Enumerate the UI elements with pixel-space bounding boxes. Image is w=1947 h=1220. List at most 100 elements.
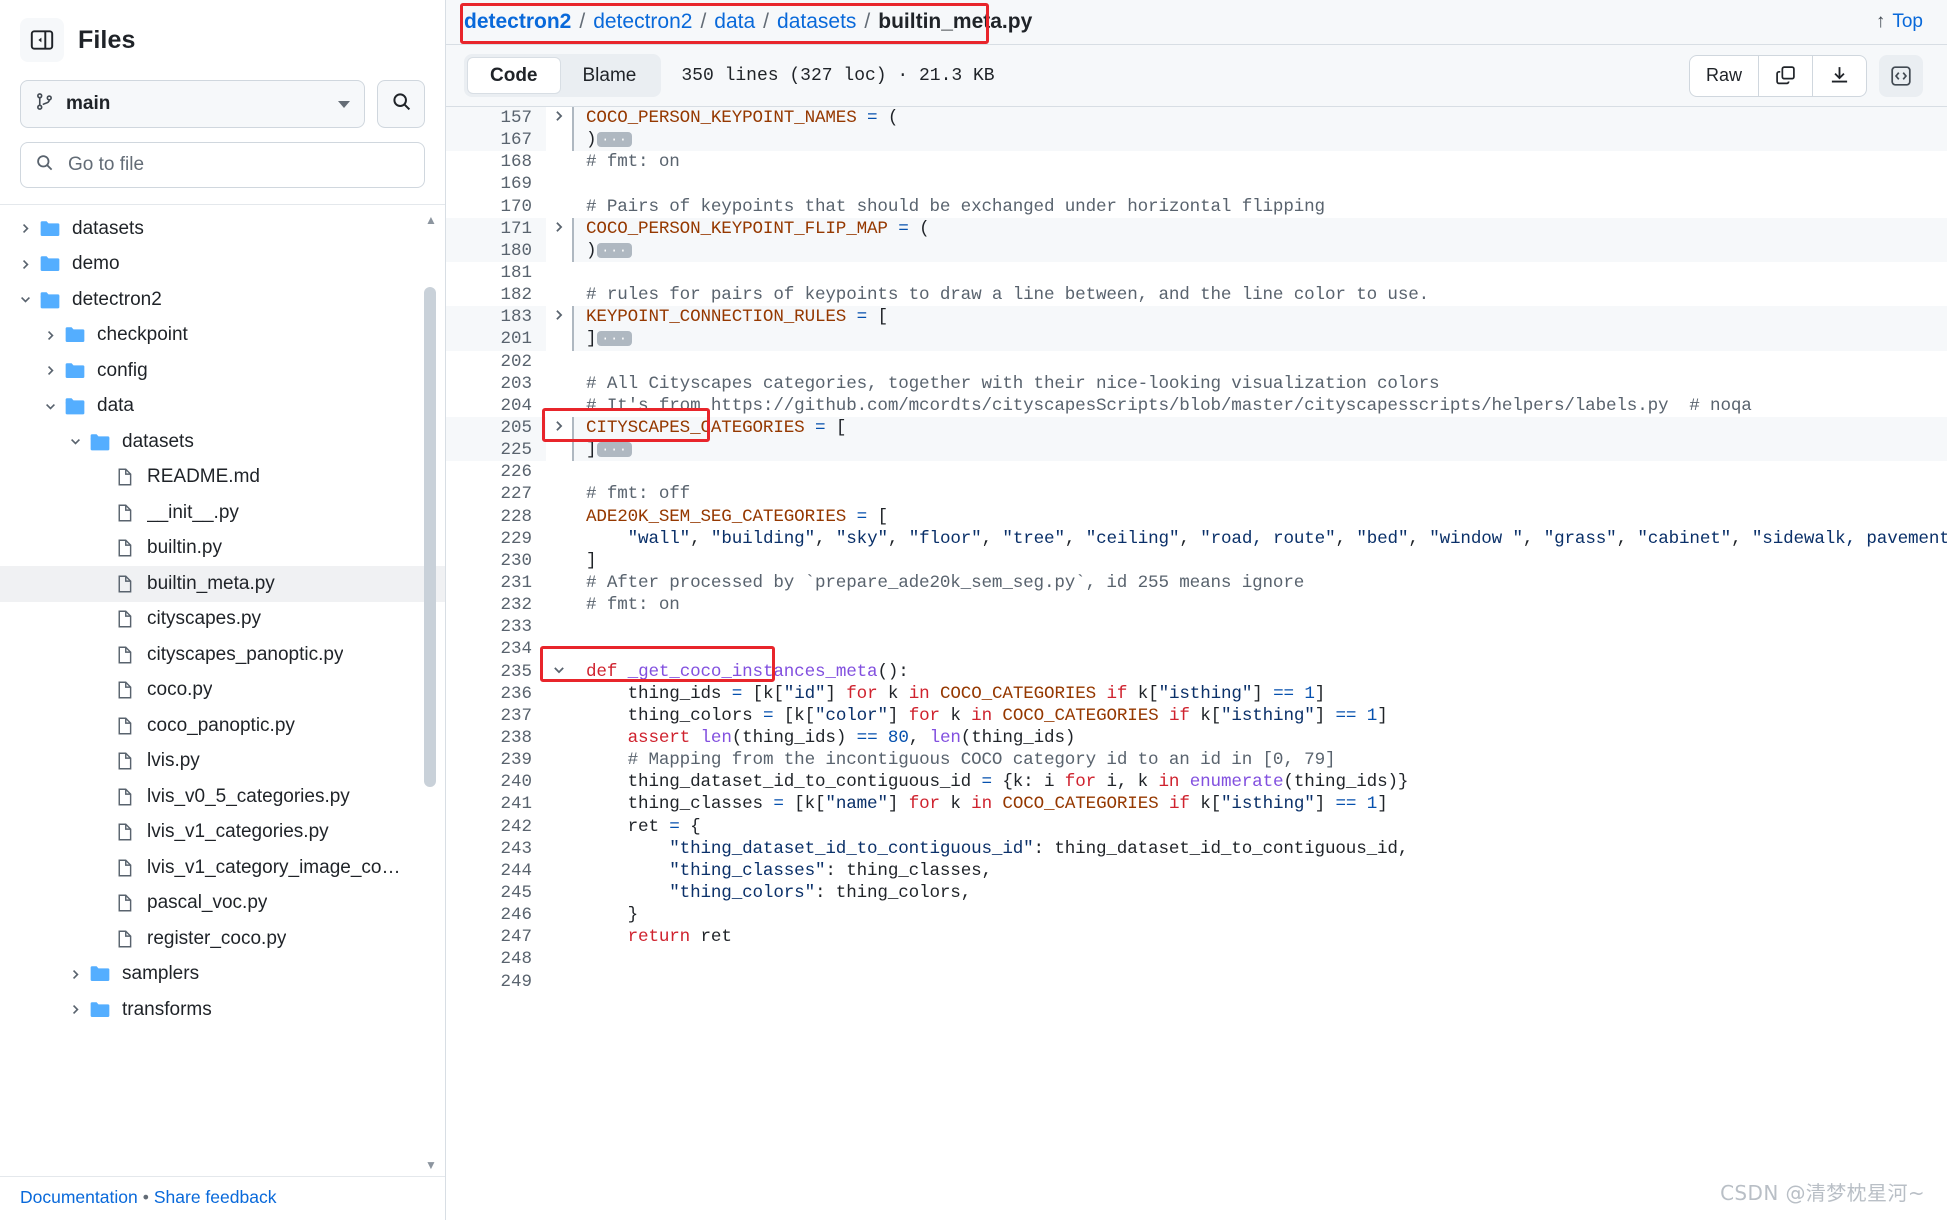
code-line-content[interactable] xyxy=(572,351,1947,373)
line-number[interactable]: 226 xyxy=(446,461,546,483)
tree-folder-data[interactable]: data xyxy=(0,389,445,425)
line-number[interactable]: 170 xyxy=(446,196,546,218)
chevron-right-icon[interactable] xyxy=(39,329,61,342)
code-line-content[interactable]: thing_colors = [k["color"] for k in COCO… xyxy=(572,705,1947,727)
line-number[interactable]: 232 xyxy=(446,594,546,616)
code-viewer[interactable]: 157 COCO_PERSON_KEYPOINT_NAMES = (167) ···… xyxy=(446,107,1947,1220)
tree-folder-transforms[interactable]: transforms xyxy=(0,992,445,1028)
code-line-content[interactable]: KEYPOINT_CONNECTION_RULES = [ xyxy=(572,306,1947,329)
code-line-content[interactable]: # It's from https://github.com/mcordts/c… xyxy=(572,395,1947,417)
copy-icon[interactable] xyxy=(1759,55,1813,96)
line-number[interactable]: 227 xyxy=(446,483,546,505)
code-line-content[interactable]: return ret xyxy=(572,926,1947,948)
line-number[interactable]: 247 xyxy=(446,926,546,948)
collapsed-region-ellipsis[interactable]: ··· xyxy=(597,242,632,258)
line-number[interactable]: 181 xyxy=(446,262,546,284)
tree-folder-demo[interactable]: demo xyxy=(0,247,445,283)
line-number[interactable]: 231 xyxy=(446,572,546,594)
tree-file-builtin-meta-py[interactable]: builtin_meta.py xyxy=(0,566,445,602)
breadcrumb-link-3[interactable]: datasets xyxy=(777,10,856,34)
line-number[interactable]: 201 xyxy=(446,328,546,351)
line-number[interactable]: 235 xyxy=(446,661,546,683)
tab-blame[interactable]: Blame xyxy=(561,57,659,94)
code-line-content[interactable]: # All Cityscapes categories, together wi… xyxy=(572,373,1947,395)
line-number[interactable]: 225 xyxy=(446,439,546,462)
file-tree-scroll-region[interactable]: datasets demo detectron2 checkpoint config da… xyxy=(0,204,445,1176)
line-number[interactable]: 171 xyxy=(446,217,546,240)
code-line-content[interactable] xyxy=(572,173,1947,195)
line-number[interactable]: 157 xyxy=(446,107,546,130)
line-number[interactable]: 204 xyxy=(446,395,546,417)
code-line-content[interactable]: ] ··· xyxy=(572,439,1947,462)
code-line-content[interactable]: ret = { xyxy=(572,816,1947,838)
code-line-content[interactable] xyxy=(572,638,1947,660)
code-line-content[interactable]: # Mapping from the incontiguous COCO cat… xyxy=(572,749,1947,771)
code-line-content[interactable]: COCO_PERSON_KEYPOINT_FLIP_MAP = ( xyxy=(572,217,1947,240)
line-number[interactable]: 243 xyxy=(446,838,546,860)
code-line-content[interactable]: ] xyxy=(572,550,1947,572)
code-line-content[interactable]: "thing_dataset_id_to_contiguous_id": thi… xyxy=(572,838,1947,860)
chevron-down-icon[interactable] xyxy=(39,400,61,413)
tree-file--init-py[interactable]: __init__.py xyxy=(0,495,445,531)
fold-chevron-right-icon[interactable] xyxy=(546,218,572,240)
scroll-up-arrow[interactable]: ▲ xyxy=(425,213,437,227)
line-number[interactable]: 167 xyxy=(446,129,546,152)
line-number[interactable]: 237 xyxy=(446,705,546,727)
raw-button[interactable]: Raw xyxy=(1690,55,1759,96)
chevron-down-icon[interactable] xyxy=(14,293,36,306)
line-number[interactable]: 168 xyxy=(446,151,546,173)
line-number[interactable]: 244 xyxy=(446,860,546,882)
code-line-content[interactable]: CITYSCAPES_CATEGORIES = [ xyxy=(572,416,1947,440)
tree-file-cityscapes-panoptic-py[interactable]: cityscapes_panoptic.py xyxy=(0,637,445,673)
sidebar-scrollbar[interactable]: ▲ ▼ xyxy=(424,213,437,1172)
line-number[interactable]: 236 xyxy=(446,683,546,705)
download-icon[interactable] xyxy=(1813,56,1866,96)
fold-chevron-right-icon[interactable] xyxy=(546,107,572,129)
tree-file-coco-panoptic-py[interactable]: coco_panoptic.py xyxy=(0,708,445,744)
line-number[interactable]: 248 xyxy=(446,948,546,970)
code-line-content[interactable]: ] ··· xyxy=(572,328,1947,351)
code-line-content[interactable] xyxy=(572,262,1947,284)
documentation-link[interactable]: Documentation xyxy=(20,1187,138,1207)
tree-file-lvis-v1-category-image-coun-[interactable]: lvis_v1_category_image_coun... xyxy=(0,850,445,886)
tree-file-lvis-v1-categories-py[interactable]: lvis_v1_categories.py xyxy=(0,815,445,851)
chevron-right-icon[interactable] xyxy=(14,222,36,235)
code-line-content[interactable]: # fmt: off xyxy=(572,483,1947,505)
code-line-content[interactable]: # Pairs of keypoints that should be exch… xyxy=(572,196,1947,218)
scroll-to-top-button[interactable]: ↑ Top xyxy=(1876,11,1923,33)
code-line-content[interactable]: } xyxy=(572,904,1947,926)
code-line-content[interactable]: assert len(thing_ids) == 80, len(thing_i… xyxy=(572,727,1947,749)
breadcrumb-link-0[interactable]: detectron2 xyxy=(464,10,571,34)
chevron-down-icon[interactable] xyxy=(64,435,86,448)
branch-selector[interactable]: main xyxy=(20,80,365,128)
code-line-content[interactable]: "thing_colors": thing_colors, xyxy=(572,882,1947,904)
sidebar-collapse-icon[interactable] xyxy=(20,18,64,62)
code-line-content[interactable]: "thing_classes": thing_classes, xyxy=(572,860,1947,882)
tab-code[interactable]: Code xyxy=(467,57,561,94)
line-number[interactable]: 182 xyxy=(446,284,546,306)
code-line-content[interactable] xyxy=(572,970,1947,992)
tree-folder-detectron2[interactable]: detectron2 xyxy=(0,282,445,318)
collapsed-region-ellipsis[interactable]: ··· xyxy=(597,442,632,458)
scroll-down-arrow[interactable]: ▼ xyxy=(425,1158,437,1172)
tree-folder-config[interactable]: config xyxy=(0,353,445,389)
code-line-content[interactable]: def _get_coco_instances_meta(): xyxy=(572,661,1947,683)
line-number[interactable]: 230 xyxy=(446,550,546,572)
sidebar-scroll-thumb[interactable] xyxy=(424,287,436,787)
fold-chevron-down-icon[interactable] xyxy=(546,661,572,683)
code-line-content[interactable]: thing_ids = [k["id"] for k in COCO_CATEG… xyxy=(572,683,1947,705)
line-number[interactable]: 238 xyxy=(446,727,546,749)
breadcrumb-link-2[interactable]: data xyxy=(714,10,755,34)
code-line-content[interactable]: COCO_PERSON_KEYPOINT_NAMES = ( xyxy=(572,107,1947,130)
code-line-content[interactable] xyxy=(572,461,1947,483)
line-number[interactable]: 205 xyxy=(446,416,546,440)
code-line-content[interactable]: ADE20K_SEM_SEG_CATEGORIES = [ xyxy=(572,506,1947,528)
code-line-content[interactable]: # rules for pairs of keypoints to draw a… xyxy=(572,284,1947,306)
code-line-content[interactable]: thing_dataset_id_to_contiguous_id = {k: … xyxy=(572,771,1947,793)
code-line-content[interactable]: thing_classes = [k["name"] for k in COCO… xyxy=(572,793,1947,815)
chevron-right-icon[interactable] xyxy=(64,1003,86,1016)
line-number[interactable]: 233 xyxy=(446,616,546,638)
tree-file-register-coco-py[interactable]: register_coco.py xyxy=(0,921,445,957)
line-number[interactable]: 241 xyxy=(446,793,546,815)
line-number[interactable]: 242 xyxy=(446,816,546,838)
